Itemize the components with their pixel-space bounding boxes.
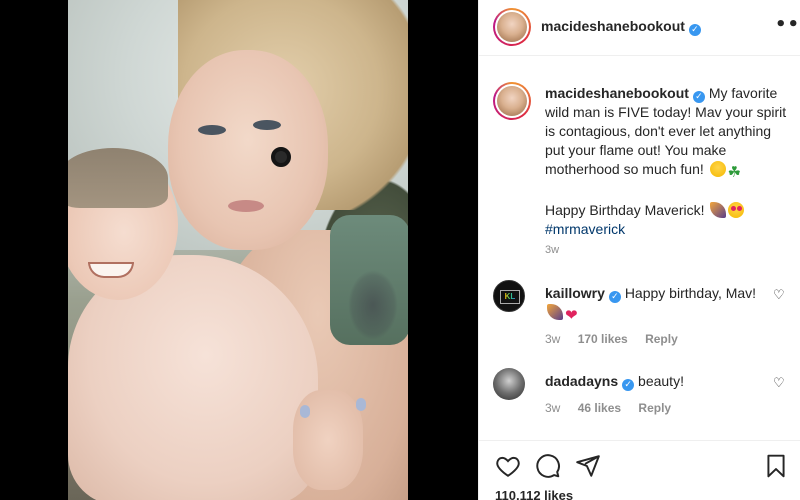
photo-woman-face: [168, 50, 328, 250]
smiling-hearts-emoji-icon: [728, 202, 745, 218]
photo-eye-right: [253, 120, 281, 130]
caption-username[interactable]: macideshanebookout: [545, 85, 689, 101]
party-popper-emoji-icon: [547, 304, 563, 320]
verified-badge-icon: ✓: [608, 291, 621, 303]
post-photo[interactable]: [68, 0, 408, 500]
author-username-link[interactable]: macideshanebookout ✓: [541, 18, 701, 36]
photo-lips: [228, 200, 264, 212]
commenter-avatar[interactable]: KL: [493, 280, 525, 312]
comment-text-block: dadadayns ✓ beauty!: [545, 372, 765, 391]
photo-nail: [356, 398, 366, 411]
comment-icon[interactable]: [535, 453, 561, 479]
verified-badge-icon: ✓: [688, 24, 701, 36]
comment-reply-button[interactable]: Reply: [645, 332, 678, 346]
caption-hashtag-link[interactable]: #mrmaverick: [545, 221, 625, 237]
comment-meta: 3w 170 likes Reply: [545, 332, 692, 346]
comment-item: KL kaillowry ✓ Happy birthday, Mav! ❤ 3w …: [493, 280, 793, 350]
verified-badge-icon: ✓: [622, 379, 635, 391]
photo-eye-left: [198, 125, 226, 135]
shamrock-emoji-icon: ☘: [727, 163, 742, 181]
comment-likes-count[interactable]: 46 likes: [578, 401, 621, 415]
post-actions-bar: 110,112 likes: [479, 440, 800, 500]
post-likes-count[interactable]: 110,112 likes: [495, 488, 573, 500]
comment-text: Happy birthday, Mav!: [624, 285, 757, 301]
author-avatar[interactable]: [493, 8, 531, 46]
comment-item: dadadayns ✓ beauty! 3w 46 likes Reply ♡: [493, 368, 793, 418]
comment-timestamp[interactable]: 3w: [545, 332, 560, 346]
commenter-avatar[interactable]: [493, 368, 525, 400]
comment-meta: 3w 46 likes Reply: [545, 401, 685, 415]
photo-child-hair: [68, 148, 168, 208]
author-username[interactable]: macideshanebookout: [541, 18, 685, 34]
comment-like-heart-icon[interactable]: ♡: [773, 377, 787, 391]
share-icon[interactable]: [575, 453, 601, 479]
commenter-username[interactable]: kaillowry: [545, 285, 605, 301]
caption-timestamp[interactable]: 3w: [545, 244, 559, 256]
comment-like-heart-icon[interactable]: ♡: [773, 289, 787, 303]
comment-reply-button[interactable]: Reply: [638, 401, 671, 415]
post-image-panel: [0, 0, 478, 500]
caption-avatar[interactable]: [493, 82, 531, 120]
comment-text: beauty!: [638, 373, 684, 389]
photo-nail: [300, 405, 310, 418]
photo-ear-gauge: [271, 147, 291, 167]
post-caption: macideshanebookout ✓ My favorite wild man…: [545, 84, 793, 239]
party-popper-emoji-icon: [710, 202, 727, 218]
caption-birthday-text: Happy Birthday Maverick!: [545, 202, 705, 218]
post-side-panel: macideshanebookout✓ ••• macideshanebooko…: [478, 0, 800, 500]
more-options-icon[interactable]: •••: [775, 14, 800, 35]
comment-likes-count[interactable]: 170 likes: [578, 332, 628, 346]
photo-tattoo: [348, 270, 398, 340]
commenter-avatar-logo: KL: [500, 290, 520, 304]
post-header: macideshanebookout✓ •••: [479, 0, 800, 56]
commenter-username[interactable]: dadadayns: [545, 373, 618, 389]
bookmark-icon[interactable]: [763, 453, 789, 479]
red-heart-emoji-icon: ❤: [565, 306, 578, 324]
comment-timestamp[interactable]: 3w: [545, 401, 560, 415]
winking-tongue-emoji-icon: [709, 161, 726, 177]
heart-icon[interactable]: [495, 453, 521, 479]
comment-text-block: kaillowry ✓ Happy birthday, Mav! ❤: [545, 284, 765, 325]
verified-badge-icon: ✓: [692, 91, 705, 103]
